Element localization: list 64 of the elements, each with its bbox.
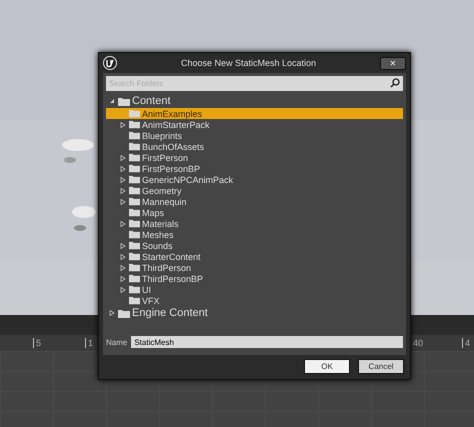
collapsed-arrow-icon[interactable] [120, 286, 126, 292]
folder-item[interactable]: Mannequin [106, 196, 403, 207]
folder-icon [129, 208, 140, 217]
folder-icon [129, 131, 140, 140]
folder-item[interactable]: Blueprints [106, 130, 403, 141]
folder-icon [129, 230, 140, 239]
ok-button[interactable]: OK [304, 359, 350, 374]
collapsed-arrow-icon[interactable] [120, 220, 126, 226]
folder-icon [129, 285, 140, 294]
collapsed-arrow-icon[interactable] [109, 310, 115, 316]
folder-icon [129, 164, 140, 173]
collapsed-arrow-icon[interactable] [120, 198, 126, 204]
folder-item[interactable]: FirstPerson [106, 152, 403, 163]
folder-item[interactable]: BunchOfAssets [106, 141, 403, 152]
collapsed-arrow-icon[interactable] [120, 154, 126, 160]
folder-icon [129, 263, 140, 272]
search-icon [390, 78, 400, 88]
folder-icon [129, 175, 140, 184]
folder-item[interactable]: FirstPersonBP [106, 163, 403, 174]
collapsed-arrow-icon[interactable] [120, 242, 126, 248]
folder-item[interactable]: Sounds [106, 240, 403, 251]
folder-item[interactable]: ThirdPerson [106, 262, 403, 273]
ruler-label: 1 [85, 338, 94, 348]
ruler-label: 5 [33, 338, 42, 348]
name-label: Name [106, 338, 128, 346]
folder-icon [129, 296, 140, 305]
close-button[interactable]: ✕ [380, 56, 406, 70]
folder-icon [129, 274, 140, 283]
folder-icon [129, 109, 140, 118]
folder-icon [129, 219, 140, 228]
logo-icon [103, 56, 117, 70]
folder-item[interactable]: StarterContent [106, 251, 403, 262]
folder-item[interactable]: Meshes [106, 229, 403, 240]
folder-icon [129, 197, 140, 206]
name-field[interactable]: StaticMesh [131, 336, 403, 348]
expanded-arrow-icon[interactable] [109, 98, 115, 104]
collapsed-arrow-icon[interactable] [120, 254, 126, 260]
ruler-label: 4 [462, 338, 470, 348]
folder-icon [129, 241, 140, 250]
folder-icon [129, 186, 140, 195]
folder-item[interactable]: AnimStarterPack [106, 119, 403, 130]
folder-item[interactable]: Materials [106, 218, 403, 229]
folder-item[interactable]: Maps [106, 207, 403, 218]
collapsed-arrow-icon[interactable] [120, 188, 126, 194]
folder-item[interactable]: Engine Content [106, 306, 403, 320]
collapsed-arrow-icon[interactable] [120, 176, 126, 182]
folder-item[interactable]: GenericNPCAnimPack [106, 174, 403, 185]
folder-item[interactable]: AnimExamples [106, 108, 403, 119]
collapsed-arrow-icon[interactable] [120, 166, 126, 172]
collapsed-arrow-icon[interactable] [120, 264, 126, 270]
cancel-button[interactable]: Cancel [358, 359, 404, 374]
folder-item[interactable]: VFX [106, 295, 403, 306]
collapsed-arrow-icon[interactable] [120, 276, 126, 282]
folder-icon [129, 252, 140, 261]
folder-icon [118, 308, 130, 318]
folder-item[interactable]: Geometry [106, 185, 403, 196]
folder-icon [118, 96, 130, 106]
folder-item[interactable]: UI [106, 284, 403, 295]
folder-item[interactable]: ThirdPersonBP [106, 273, 403, 284]
collapsed-arrow-icon[interactable] [120, 122, 126, 128]
folder-icon [129, 153, 140, 162]
folder-icon [129, 142, 140, 151]
folder-item[interactable]: Content [106, 94, 403, 108]
dialog-title: Choose New StaticMesh Location [180, 58, 318, 68]
